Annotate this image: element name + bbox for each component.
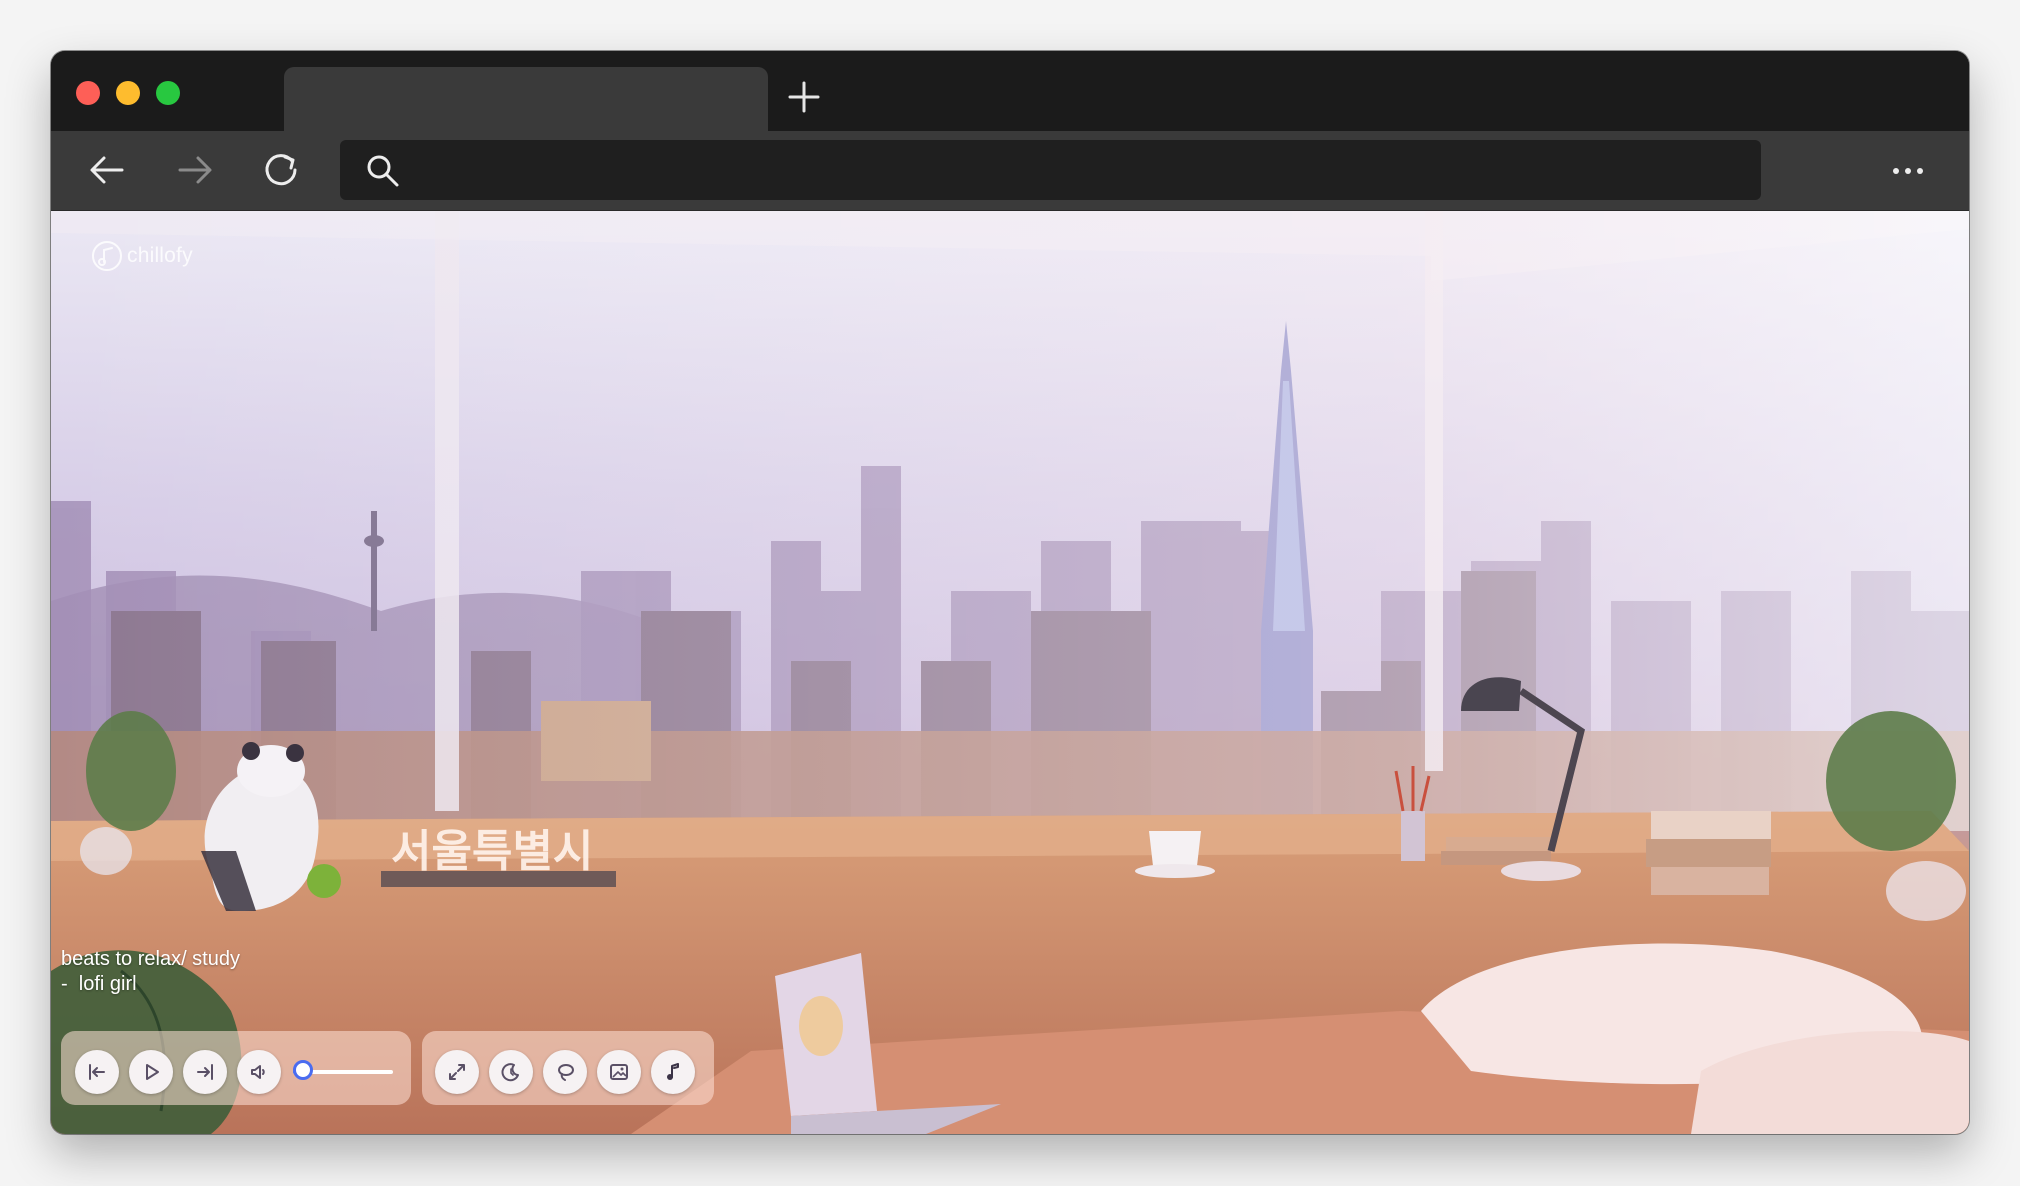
volume-slider[interactable] <box>293 1060 393 1080</box>
track-artist: - lofi girl <box>61 973 137 995</box>
play-icon <box>146 1064 159 1080</box>
browser-tab[interactable] <box>284 67 768 131</box>
minimize-window-button[interactable] <box>116 81 140 105</box>
close-window-button[interactable] <box>76 81 100 105</box>
fullscreen-button[interactable] <box>435 1050 479 1094</box>
night-mode-button[interactable] <box>489 1050 533 1094</box>
new-tab-button[interactable] <box>784 77 824 117</box>
volume-button[interactable] <box>237 1050 281 1094</box>
address-bar[interactable] <box>340 140 1761 200</box>
feature-controls-panel <box>422 1031 714 1105</box>
back-button[interactable] <box>84 147 130 193</box>
volume-icon <box>251 1065 265 1079</box>
lasso-button[interactable] <box>543 1050 587 1094</box>
video-background: 서울특별시 chillofy beats to relax/ study - l… <box>51 211 1969 1134</box>
moon-icon <box>501 1063 519 1082</box>
play-button[interactable] <box>129 1050 173 1094</box>
previous-button[interactable] <box>75 1050 119 1094</box>
plus-icon <box>788 81 820 113</box>
next-icon <box>197 1064 213 1080</box>
search-icon <box>367 155 399 187</box>
reload-button[interactable] <box>258 147 304 193</box>
svg-text:서울특별시: 서울특별시 <box>391 826 593 877</box>
more-icon <box>1893 168 1923 174</box>
music-note-icon <box>667 1063 679 1080</box>
maximize-window-button[interactable] <box>156 81 180 105</box>
title-bar <box>51 51 1969 131</box>
browser-toolbar <box>51 131 1969 211</box>
image-icon <box>610 1064 628 1080</box>
logo-icon <box>92 241 122 271</box>
next-button[interactable] <box>183 1050 227 1094</box>
more-menu-button[interactable] <box>1886 149 1930 193</box>
city-scene-image: 서울특별시 <box>51 211 1969 1134</box>
playback-controls-panel <box>61 1031 411 1105</box>
lasso-icon <box>558 1064 574 1081</box>
expand-icon <box>449 1064 465 1080</box>
track-title: beats to relax/ study <box>61 948 240 970</box>
neon-sign: 서울특별시 <box>391 826 593 877</box>
now-playing: beats to relax/ study - lofi girl <box>61 947 240 997</box>
music-button[interactable] <box>651 1050 695 1094</box>
back-arrow-icon <box>90 156 124 184</box>
chillofy-logo[interactable]: chillofy <box>91 239 193 273</box>
forward-arrow-icon <box>178 156 212 184</box>
logo-text: chillofy <box>127 244 193 267</box>
browser-window: 서울특별시 chillofy beats to relax/ study - l… <box>51 51 1969 1134</box>
reload-icon <box>265 154 297 186</box>
forward-button[interactable] <box>172 147 218 193</box>
previous-icon <box>89 1064 105 1080</box>
background-image-button[interactable] <box>597 1050 641 1094</box>
volume-slider-thumb[interactable] <box>293 1060 313 1080</box>
